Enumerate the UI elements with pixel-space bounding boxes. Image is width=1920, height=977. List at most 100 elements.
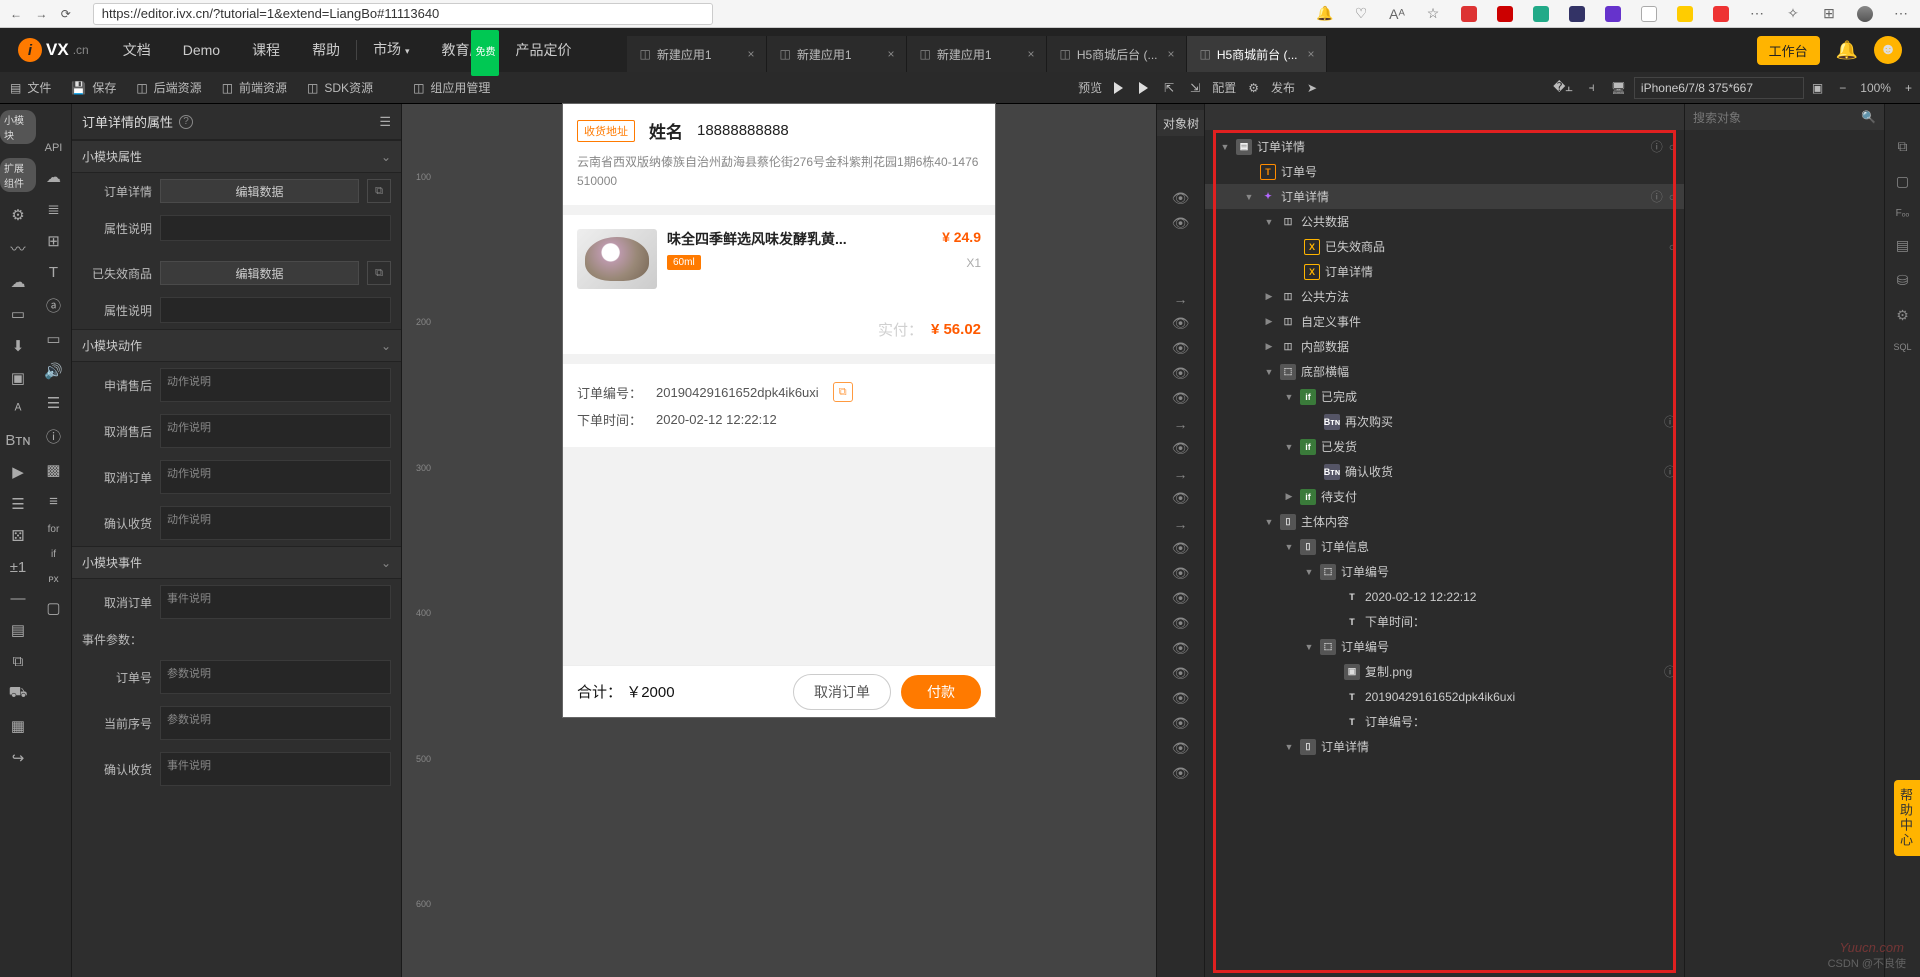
search-input[interactable]: 搜索对象🔍 [1685,104,1884,130]
tab-app-1[interactable]: ◫新建应用1× [767,36,907,72]
arrow-right-icon[interactable]: → [1157,461,1204,486]
reload-icon[interactable]: ⟳ [61,7,71,21]
tree-node[interactable]: Bᴛɴ再次购买ⓘ [1205,409,1684,434]
tree-node[interactable]: ▼▯主体内容 [1205,509,1684,534]
tree-node[interactable]: ▶◫内部数据 [1205,334,1684,359]
align1-icon[interactable]: �⫠ [1545,72,1581,104]
tree-node[interactable]: ▼if已发货 [1205,434,1684,459]
eye-icon[interactable]: 👁 [1157,586,1204,611]
menu-help[interactable]: 帮助 [296,28,356,72]
icon-comp-icon[interactable]: ⓘ [46,426,61,447]
info-icon[interactable]: ⓘ [1664,665,1676,679]
zoom-in-icon[interactable]: + [1897,72,1920,104]
minus-icon[interactable]: — [11,590,26,607]
tree-node[interactable]: ▼▤订单详情ⓘ○ [1205,134,1684,159]
back-icon[interactable]: ← [10,7,22,21]
device-input[interactable] [1634,77,1804,99]
tool-file[interactable]: ▤ 文件 [0,79,61,96]
notify-icon[interactable]: 🔔 [1316,5,1334,23]
eye-icon[interactable]: 👁 [1157,686,1204,711]
tab-app-4[interactable]: ◫H5商城前台 (...× [1187,36,1327,72]
param-desc-input[interactable]: 参数说明 [160,660,391,694]
tab-app-2[interactable]: ◫新建应用1× [907,36,1047,72]
tree-node[interactable]: ▶◫自定义事件 [1205,309,1684,334]
sliders-icon[interactable]: ⚙ [1240,72,1267,104]
box-icon[interactable]: ▢ [46,599,60,617]
menu-pricing[interactable]: 产品定价 [499,28,587,72]
eye-icon[interactable]: 👁 [1157,536,1204,561]
ext1-icon[interactable] [1460,5,1478,23]
step-in-icon[interactable]: ⇲ [1182,72,1208,104]
list-icon[interactable]: ☰ [11,495,24,513]
bars-icon[interactable]: ≡ [49,493,58,510]
rect-icon[interactable]: ▭ [46,330,60,348]
workbench-button[interactable]: 工作台 [1757,36,1820,65]
eye-icon[interactable]: 👁 [1157,186,1204,211]
logo[interactable]: i VX .cn [0,38,107,62]
attr-desc-input[interactable] [160,297,391,323]
pill-ext[interactable]: 扩展组件 [0,158,36,192]
box2-icon[interactable]: ▢ [1896,173,1909,190]
ext3-icon[interactable] [1532,5,1550,23]
eye-icon[interactable]: 👁 [1157,436,1204,461]
qr-icon[interactable]: ▩ [46,461,60,479]
arrow-icon[interactable]: ↪ [12,749,25,767]
tree-node[interactable]: T订单编号： [1205,709,1684,734]
eye-icon[interactable]: 👁 [1157,211,1204,236]
menu-market[interactable]: 市场 ▾ [357,27,425,73]
favorites-icon[interactable]: ✧ [1784,5,1802,23]
tree-node[interactable]: ▶◫公共方法 [1205,284,1684,309]
dice-icon[interactable]: ⚄ [11,527,24,545]
tree-node[interactable]: ▼⬚订单编号 [1205,634,1684,659]
foo-icon[interactable]: Fₒₒ [1896,208,1910,219]
tool-sdk[interactable]: ◫ SDK资源 [297,79,383,96]
step-out-icon[interactable]: ⇱ [1156,72,1182,104]
eye-icon[interactable]: 👁 [1157,711,1204,736]
font-icon[interactable]: Aᴬ [1388,5,1406,23]
tree-node[interactable]: ▼✦订单详情ⓘ○ [1205,184,1684,209]
forward-icon[interactable]: → [35,7,47,21]
arrow-right-icon[interactable]: → [1157,411,1204,436]
arrow-right-icon[interactable]: → [1157,286,1204,311]
api2-icon[interactable]: ⓐ [46,295,61,316]
copy-icon[interactable]: ⧉ [367,179,391,203]
gear2-icon[interactable]: ⚙ [1896,307,1909,324]
tree-node[interactable]: ▣复制.pngⓘ [1205,659,1684,684]
sql-icon[interactable]: SQL [1893,342,1911,352]
ext6-icon[interactable] [1640,5,1658,23]
device-icon[interactable]: 🖥 [1603,72,1634,104]
page2-icon[interactable]: ▤ [1896,237,1909,254]
eye-icon[interactable]: 👁 [1157,386,1204,411]
tool-save[interactable]: 💾 保存 [61,79,126,96]
tab-app-0[interactable]: ◫新建应用1× [627,36,767,72]
edit-data-button[interactable]: 编辑数据 [160,261,359,285]
eye-icon[interactable]: 👁 [1157,311,1204,336]
menu-course[interactable]: 课程 [236,28,296,72]
info-icon[interactable]: ⓘ [1664,465,1676,479]
star-icon[interactable]: ☆ [1424,5,1442,23]
copy2-icon[interactable]: ⧉ [1898,138,1908,155]
ext7-icon[interactable] [1676,5,1694,23]
event-desc-input[interactable]: 事件说明 [160,585,391,619]
grid-icon[interactable]: ▦ [11,717,25,735]
pay-button[interactable]: 付款 [901,675,981,709]
api-label[interactable]: API [45,142,63,154]
for-icon[interactable]: for [48,524,60,535]
close-icon[interactable]: × [1167,47,1174,61]
cart-icon[interactable]: ⛟ [9,684,28,703]
tree-node[interactable]: ▼◫公共数据 [1205,209,1684,234]
tree-node[interactable]: ▼if已完成 [1205,384,1684,409]
eye-icon[interactable]: 👁 [1157,486,1204,511]
avatar[interactable]: ☻ [1874,36,1902,64]
copy-icon[interactable]: ⧉ [367,261,391,285]
video-icon[interactable]: ▶ [12,463,24,481]
play2-button[interactable] [1131,72,1156,104]
tool-backend[interactable]: ◫ 后端资源 [126,79,211,96]
tree-node[interactable]: ▼▯订单详情 [1205,734,1684,759]
copy-icon[interactable]: ⧉ [833,382,853,402]
ext9-icon[interactable]: ⋯ [1748,5,1766,23]
menu-docs[interactable]: 文档 [107,28,167,72]
if-icon[interactable]: if [51,549,56,560]
db-icon[interactable]: ≣ [47,200,60,218]
section-events[interactable]: 小模块事件⌄ [72,546,401,579]
